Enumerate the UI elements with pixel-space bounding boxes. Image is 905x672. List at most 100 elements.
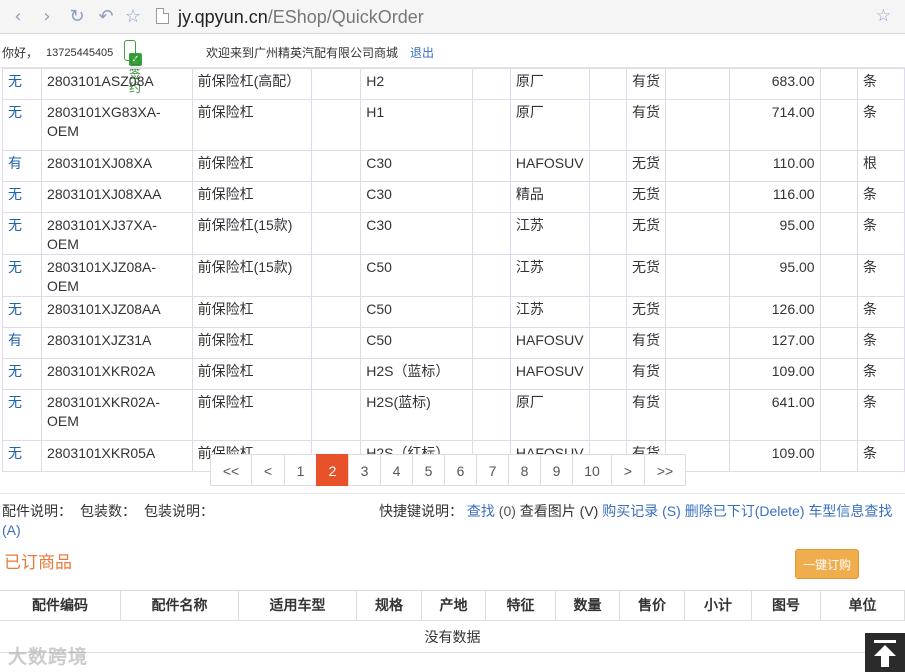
find-link[interactable]: 查找 — [467, 503, 495, 519]
parts-table: 无 2803101ASZ08A 前保险杠(高配） H2 原厂 有货 683.00 条无 2803… — [1, 68, 905, 472]
table-row[interactable]: 无 2803101ASZ08A 前保险杠(高配） H2 原厂 有货 683.00 条 — [1, 68, 905, 100]
table-row[interactable]: 无 2803101XJ37XA-OEM 前保险杠(15款) C30 江苏 无货 95.00 条 — [1, 212, 905, 255]
forward-icon[interactable]: › — [36, 6, 58, 28]
part-empty-2 — [471, 150, 511, 182]
part-flag: 无 — [1, 389, 43, 441]
part-empty-5 — [819, 212, 858, 255]
model-info-key: (A) — [2, 522, 21, 538]
part-model: H1 — [360, 99, 473, 151]
part-empty-3 — [588, 99, 627, 151]
favorite-star-icon[interactable]: ☆ — [876, 6, 891, 26]
part-flag: 无 — [1, 181, 43, 213]
part-price: 683.00 — [728, 68, 821, 100]
part-flag: 无 — [1, 212, 43, 255]
table-row[interactable]: 有 2803101XJZ31A 前保险杠 C50 HAFOSUV 有货 127.00 条 — [1, 327, 905, 359]
part-model: C50 — [360, 327, 473, 359]
part-flag: 有 — [1, 150, 43, 182]
ordered-column-header: 配件名称 — [121, 591, 239, 620]
one-key-order-button[interactable]: 一键订购(F8) — [795, 549, 859, 602]
bookmark-star-icon[interactable]: ☆ — [122, 6, 144, 28]
table-row[interactable]: 无 2803101XJZ08AA 前保险杠 C50 江苏 无货 126.00 条 — [1, 296, 905, 328]
divider — [0, 493, 905, 494]
ordered-column-header: 配件编码 — [0, 591, 121, 620]
part-unit: 条 — [856, 389, 905, 441]
part-origin: 原厂 — [509, 389, 590, 441]
purchase-record-link[interactable]: 购买记录 (S) — [602, 503, 681, 519]
delete-ordered-link[interactable]: 删除已下订(Delete) — [685, 503, 805, 519]
part-empty-5 — [819, 254, 858, 297]
model-info-lookup-link[interactable]: 车型信息查找 — [808, 503, 892, 519]
part-name: 前保险杠 — [191, 389, 313, 441]
back-icon[interactable]: ‹ — [7, 6, 29, 28]
part-code: 2803101XKR05A — [41, 440, 193, 472]
ordered-column-header: 数量 — [556, 591, 620, 620]
part-empty-4 — [665, 181, 730, 213]
part-unit: 条 — [856, 212, 905, 255]
part-unit: 条 — [856, 99, 905, 151]
browser-toolbar: ‹ › ↻ ↶ ☆ jy.qpyun.cn/EShop/QuickOrder ☆ — [0, 0, 905, 34]
table-row[interactable]: 无 2803101XKR02A-OEM 前保险杠 H2S(蓝标) 原厂 有货 641.00 条 — [1, 389, 905, 441]
page-button[interactable]: 3 — [348, 454, 381, 486]
pagination: << <1 2 3 4 5 6 7 8 9 10 > >> — [210, 454, 686, 486]
part-code: 2803101XJ37XA-OEM — [41, 212, 193, 255]
part-model: H2S(蓝标) — [360, 389, 473, 441]
part-stock: 无货 — [625, 212, 667, 255]
part-flag: 无 — [1, 99, 43, 151]
table-row[interactable]: 无 2803101XJZ08A-OEM 前保险杠(15款) C50 江苏 无货 95.00 条 — [1, 254, 905, 297]
find-key: (0) — [498, 503, 516, 519]
table-row[interactable]: 无 2803101XKR02A 前保险杠 H2S（蓝标） HAFOSUV 有货 109.00… — [1, 358, 905, 390]
part-price: 641.00 — [728, 389, 821, 441]
reload-icon[interactable]: ↻ — [66, 6, 88, 28]
page-button[interactable]: 6 — [444, 454, 477, 486]
part-empty-5 — [819, 440, 858, 472]
page-button[interactable]: 2 — [316, 454, 349, 486]
page-button[interactable]: > — [611, 454, 645, 486]
part-unit: 条 — [856, 327, 905, 359]
url-host: jy.qpyun.cn — [178, 7, 268, 27]
undo-icon[interactable]: ↶ — [95, 6, 117, 28]
ordered-column-header: 特征 — [486, 591, 556, 620]
page-button[interactable]: 9 — [540, 454, 573, 486]
page-button[interactable]: << — [210, 454, 252, 486]
part-model: C30 — [360, 212, 473, 255]
page-button[interactable]: 10 — [572, 454, 612, 486]
part-stock: 无货 — [625, 150, 667, 182]
part-empty-4 — [665, 327, 730, 359]
ordered-column-header: 图号 — [752, 591, 821, 620]
part-price: 116.00 — [728, 181, 821, 213]
part-empty-2 — [471, 254, 511, 297]
part-empty-5 — [819, 358, 858, 390]
part-empty-4 — [665, 150, 730, 182]
shortcut-info: 快捷键说明： 查找 (0) 查看图片 (V) 购买记录 (S) 删除已下订(De… — [379, 501, 892, 521]
part-code: 2803101XKR02A — [41, 358, 193, 390]
part-empty-4 — [665, 296, 730, 328]
address-bar[interactable]: jy.qpyun.cn/EShop/QuickOrder — [178, 6, 424, 28]
table-row[interactable]: 有 2803101XJ08XA 前保险杠 C30 HAFOSUV 无货 110.00 根 — [1, 150, 905, 182]
page-button[interactable]: < — [251, 454, 285, 486]
table-row[interactable]: 无 2803101XJ08XAA 前保险杠 C30 精品 无货 116.00 条 — [1, 181, 905, 213]
back-to-top-button[interactable] — [865, 633, 905, 672]
part-code: 2803101XG83XA-OEM — [41, 99, 193, 151]
page-button[interactable]: 8 — [508, 454, 541, 486]
part-code: 2803101XJZ08A-OEM — [41, 254, 193, 297]
part-name: 前保险杠(高配） — [191, 68, 313, 100]
page-button[interactable]: 1 — [284, 454, 317, 486]
welcome-text: 欢迎来到广州精英汽配有限公司商城 — [206, 46, 399, 60]
part-unit: 根 — [856, 150, 905, 182]
table-row[interactable]: 无 2803101XG83XA-OEM 前保险杠 H1 原厂 有货 714.00 条 — [1, 99, 905, 151]
page-button[interactable]: 4 — [380, 454, 413, 486]
part-empty-2 — [471, 212, 511, 255]
page-button[interactable]: 5 — [412, 454, 445, 486]
logout-link[interactable]: 退出 — [410, 46, 434, 60]
part-stock: 有货 — [625, 68, 667, 100]
page-button[interactable]: >> — [644, 454, 686, 486]
pack-desc-label: 包装说明： — [144, 503, 214, 519]
part-empty-1 — [311, 327, 362, 359]
part-model: H2S（蓝标） — [360, 358, 473, 390]
part-empty-3 — [588, 327, 627, 359]
part-model: C50 — [360, 296, 473, 328]
part-stock: 无货 — [625, 181, 667, 213]
signed-badge: ✓ 已签约 — [124, 40, 142, 95]
part-empty-5 — [819, 68, 858, 100]
page-button[interactable]: 7 — [476, 454, 509, 486]
